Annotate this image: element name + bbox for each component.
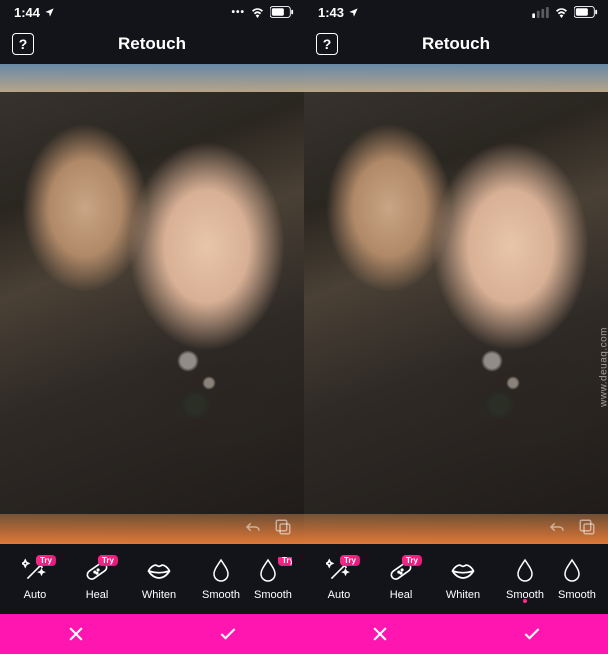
try-badge: Try bbox=[402, 555, 422, 566]
lips-icon bbox=[449, 557, 477, 585]
status-bar: 1:43 bbox=[304, 0, 608, 24]
cancel-button[interactable] bbox=[0, 614, 152, 654]
wifi-icon bbox=[554, 7, 569, 18]
tool-heal[interactable]: Try Heal bbox=[370, 557, 432, 601]
confirm-bar bbox=[304, 614, 608, 654]
tool-strip[interactable]: Try Auto Try Heal Whiten Smooth Try Smoo… bbox=[0, 544, 304, 614]
try-badge: Try bbox=[278, 557, 292, 566]
watermark: www.deuaq.com bbox=[599, 327, 608, 407]
signal-icon bbox=[532, 7, 549, 18]
drop-icon bbox=[207, 557, 235, 585]
gradient-top bbox=[0, 64, 304, 92]
help-button[interactable]: ? bbox=[12, 33, 34, 55]
photo-content bbox=[0, 64, 304, 544]
try-badge: Try bbox=[98, 555, 118, 566]
drop-icon bbox=[558, 557, 586, 585]
comparison-container: 1:44 ••• ? Retouch bbox=[0, 0, 608, 654]
location-icon bbox=[348, 7, 359, 18]
photo-content bbox=[304, 64, 608, 544]
active-indicator bbox=[523, 599, 527, 603]
page-title: Retouch bbox=[118, 34, 186, 54]
tool-auto[interactable]: Try Auto bbox=[4, 557, 66, 601]
compare-button[interactable] bbox=[272, 516, 294, 538]
try-badge: Try bbox=[340, 555, 360, 566]
apply-button[interactable] bbox=[456, 614, 608, 654]
tool-strip[interactable]: Try Auto Try Heal Whiten Smooth Smooth bbox=[304, 544, 608, 614]
tool-label: Whiten bbox=[142, 589, 176, 601]
undo-button[interactable] bbox=[546, 516, 568, 538]
battery-icon bbox=[574, 6, 598, 18]
tool-label: Smooth bbox=[558, 589, 596, 601]
nav-bar: ? Retouch bbox=[0, 24, 304, 64]
tool-label: Heal bbox=[86, 589, 109, 601]
status-time: 1:44 bbox=[14, 5, 40, 20]
phone-left: 1:44 ••• ? Retouch bbox=[0, 0, 304, 654]
tool-label: Smooth bbox=[254, 589, 292, 601]
tool-smooth[interactable]: Smooth bbox=[190, 557, 252, 601]
tool-label: Smooth bbox=[202, 589, 240, 601]
tool-label: Heal bbox=[390, 589, 413, 601]
tool-label: Auto bbox=[328, 589, 351, 601]
tool-heal[interactable]: Try Heal bbox=[66, 557, 128, 601]
battery-icon bbox=[270, 6, 294, 18]
tool-label: Whiten bbox=[446, 589, 480, 601]
help-button[interactable]: ? bbox=[316, 33, 338, 55]
undo-button[interactable] bbox=[242, 516, 264, 538]
compare-button[interactable] bbox=[576, 516, 598, 538]
wifi-icon bbox=[250, 7, 265, 18]
tool-smooth-next[interactable]: Smooth bbox=[556, 557, 596, 601]
status-time: 1:43 bbox=[318, 5, 344, 20]
gradient-top bbox=[304, 64, 608, 92]
tool-label: Auto bbox=[24, 589, 47, 601]
tool-whiten[interactable]: Whiten bbox=[128, 557, 190, 601]
phone-right: 1:43 ? Retouch bbox=[304, 0, 608, 654]
page-title: Retouch bbox=[422, 34, 490, 54]
dots-icon: ••• bbox=[231, 7, 245, 18]
status-bar: 1:44 ••• bbox=[0, 0, 304, 24]
tool-auto[interactable]: Try Auto bbox=[308, 557, 370, 601]
tool-smooth[interactable]: Smooth bbox=[494, 557, 556, 601]
tool-smooth-next[interactable]: Try Smooth bbox=[252, 557, 292, 601]
drop-icon bbox=[511, 557, 539, 585]
image-canvas[interactable] bbox=[304, 64, 608, 544]
tool-whiten[interactable]: Whiten bbox=[432, 557, 494, 601]
location-icon bbox=[44, 7, 55, 18]
image-canvas[interactable] bbox=[0, 64, 304, 544]
confirm-bar bbox=[0, 614, 304, 654]
lips-icon bbox=[145, 557, 173, 585]
try-badge: Try bbox=[36, 555, 56, 566]
nav-bar: ? Retouch bbox=[304, 24, 608, 64]
apply-button[interactable] bbox=[152, 614, 304, 654]
cancel-button[interactable] bbox=[304, 614, 456, 654]
